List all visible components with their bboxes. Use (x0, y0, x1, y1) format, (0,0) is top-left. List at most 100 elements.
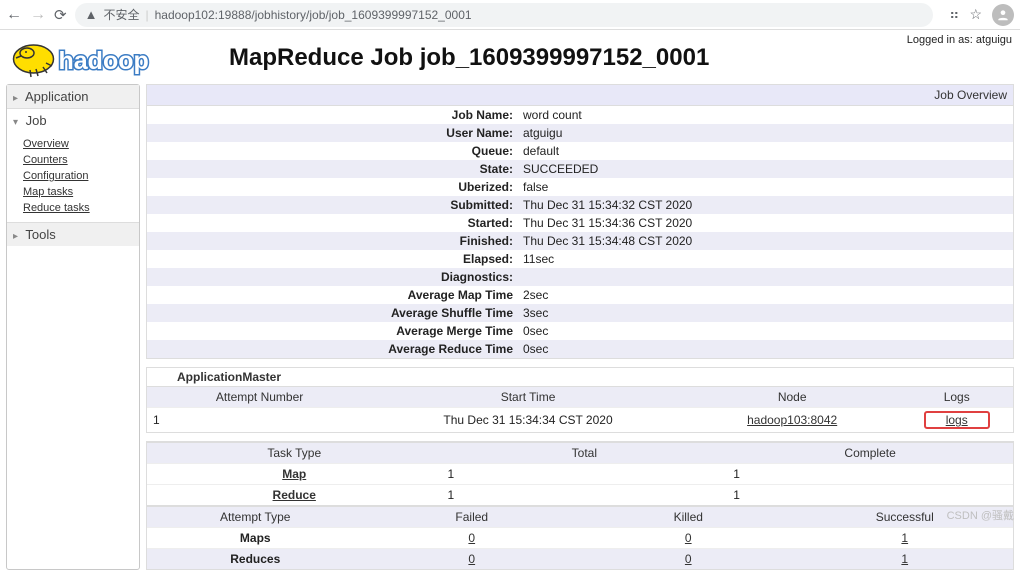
overview-key: Job Name: (147, 106, 517, 124)
address-bar[interactable]: ▲ 不安全 | hadoop102:19888/jobhistory/job/j… (75, 3, 934, 27)
page-header: hadoop MapReduce Job job_1609399997152_0… (0, 30, 1020, 84)
chevron-right-icon: ▸ (13, 93, 18, 104)
overview-value: 11sec (517, 250, 560, 268)
overview-value: Thu Dec 31 15:34:48 CST 2020 (517, 232, 698, 250)
sidebar-item-counters[interactable]: Counters (23, 152, 133, 168)
killed-link[interactable]: 0 (685, 552, 692, 566)
col-failed: Failed (364, 507, 581, 528)
main-content: Job Overview Job Name:word countUser Nam… (146, 84, 1014, 570)
overview-key: User Name: (147, 124, 517, 142)
overview-row: Uberized:false (147, 178, 1013, 196)
sidebar-label-application: Application (25, 89, 89, 104)
browser-toolbar: ← → ⟳ ▲ 不安全 | hadoop102:19888/jobhistory… (0, 0, 1020, 30)
reload-icon[interactable]: ⟳ (54, 6, 67, 24)
overview-value (517, 268, 529, 286)
overview-value: default (517, 142, 565, 160)
overview-value: SUCCEEDED (517, 160, 604, 178)
task-row: Map11 (147, 464, 1013, 485)
failed-link[interactable]: 0 (468, 531, 475, 545)
overview-row: Average Map Time2sec (147, 286, 1013, 304)
overview-row: Submitted:Thu Dec 31 15:34:32 CST 2020 (147, 196, 1013, 214)
task-complete: 1 (727, 464, 1013, 485)
chevron-down-icon: ▾ (13, 117, 18, 128)
overview-row: User Name:atguigu (147, 124, 1013, 142)
col-attempt-number: Attempt Number (147, 387, 372, 408)
sidebar-section-application[interactable]: ▸ Application (7, 85, 139, 109)
logs-link[interactable]: logs (946, 413, 968, 427)
bookmark-icon[interactable]: ☆ (969, 6, 982, 23)
col-attempttype: Attempt Type (147, 507, 364, 528)
overview-row: State:SUCCEEDED (147, 160, 1013, 178)
sidebar-item-reduce-tasks[interactable]: Reduce tasks (23, 200, 133, 216)
col-complete: Complete (727, 443, 1013, 464)
chevron-right-icon: ▸ (13, 231, 18, 242)
page-title: MapReduce Job job_1609399997152_0001 (229, 44, 709, 72)
sidebar: ▸ Application ▾ Job Overview Counters Co… (6, 84, 140, 570)
overview-row: Average Reduce Time0sec (147, 340, 1013, 358)
insecure-label: 不安全 (103, 6, 139, 23)
attempttype-table: Attempt Type Failed Killed Successful Ma… (147, 506, 1013, 569)
tasktype-link[interactable]: Map (282, 467, 306, 481)
appmaster-table: Attempt Number Start Time Node Logs 1 Th… (147, 386, 1013, 432)
sidebar-job-items: Overview Counters Configuration Map task… (7, 132, 139, 222)
node-link[interactable]: hadoop103:8042 (747, 413, 837, 427)
overview-key: Submitted: (147, 196, 517, 214)
col-logs: Logs (900, 387, 1013, 408)
overview-value: Thu Dec 31 15:34:36 CST 2020 (517, 214, 698, 232)
successful-link[interactable]: 1 (901, 552, 908, 566)
appmaster-row: 1 Thu Dec 31 15:34:34 CST 2020 hadoop103… (147, 408, 1013, 433)
overview-key: Uberized: (147, 178, 517, 196)
overview-key: Average Reduce Time (147, 340, 517, 358)
translate-icon[interactable]: ⠶ (949, 6, 959, 23)
overview-key: Queue: (147, 142, 517, 160)
overview-value: 0sec (517, 322, 554, 340)
sidebar-section-job[interactable]: ▾ Job (7, 109, 139, 132)
sidebar-label-tools: Tools (25, 227, 55, 242)
overview-row: Elapsed:11sec (147, 250, 1013, 268)
overview-heading: Job Overview (146, 84, 1014, 106)
overview-value: atguigu (517, 124, 568, 142)
nav-back-icon[interactable]: ← (6, 6, 22, 24)
overview-row: Queue:default (147, 142, 1013, 160)
col-tasktype: Task Type (147, 443, 441, 464)
task-complete: 1 (727, 485, 1013, 506)
appmaster-section: ApplicationMaster Attempt Number Start T… (146, 367, 1014, 433)
sidebar-item-overview[interactable]: Overview (23, 136, 133, 152)
overview-key: Average Shuffle Time (147, 304, 517, 322)
successful-link[interactable]: 1 (901, 531, 908, 545)
divider: | (145, 8, 148, 22)
tasktype-table: Task Type Total Complete Map11Reduce11 (147, 442, 1013, 505)
col-start-time: Start Time (372, 387, 684, 408)
cell-attempt: 1 (147, 408, 372, 433)
killed-link[interactable]: 0 (685, 531, 692, 545)
hadoop-logo: hadoop (6, 34, 201, 84)
overview-row: Diagnostics: (147, 268, 1013, 286)
overview-value: Thu Dec 31 15:34:32 CST 2020 (517, 196, 698, 214)
sidebar-item-configuration[interactable]: Configuration (23, 168, 133, 184)
overview-key: State: (147, 160, 517, 178)
sidebar-item-map-tasks[interactable]: Map tasks (23, 184, 133, 200)
task-row: Reduce 11 (147, 485, 1013, 506)
overview-value: 0sec (517, 340, 554, 358)
tasktype-link[interactable]: Reduce (273, 488, 316, 502)
overview-value: false (517, 178, 554, 196)
overview-row: Finished:Thu Dec 31 15:34:48 CST 2020 (147, 232, 1013, 250)
profile-avatar[interactable] (992, 4, 1014, 26)
overview-row: Job Name:word count (147, 106, 1013, 124)
col-node: Node (684, 387, 901, 408)
attempt-type: Maps (147, 528, 364, 549)
tasktype-section: Task Type Total Complete Map11Reduce11 (146, 441, 1014, 506)
failed-link[interactable]: 0 (468, 552, 475, 566)
overview-row: Average Merge Time0sec (147, 322, 1013, 340)
nav-forward-icon[interactable]: → (30, 6, 46, 24)
sidebar-section-tools[interactable]: ▸ Tools (7, 222, 139, 246)
cell-start: Thu Dec 31 15:34:34 CST 2020 (372, 408, 684, 433)
attempt-row: Reduces001 (147, 549, 1013, 570)
appmaster-title: ApplicationMaster (147, 368, 1013, 386)
overview-row: Average Shuffle Time3sec (147, 304, 1013, 322)
url-text: hadoop102:19888/jobhistory/job/job_16093… (155, 8, 472, 22)
overview-key: Elapsed: (147, 250, 517, 268)
watermark: CSDN @骚戴 (947, 507, 1014, 523)
task-total: 1 (441, 485, 727, 506)
overview-key: Average Map Time (147, 286, 517, 304)
